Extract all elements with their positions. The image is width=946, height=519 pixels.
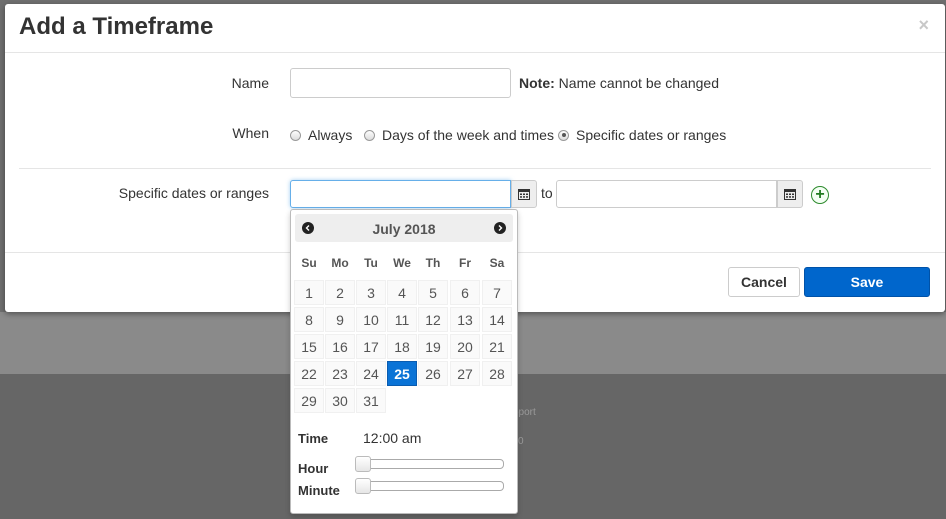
calendar-day[interactable]: 13 [450,307,480,332]
from-date-input[interactable] [290,180,511,208]
to-label: to [541,185,553,201]
time-label: Time [298,431,329,446]
radio-days-of-week[interactable]: Days of the week and times [364,125,554,145]
radio-days-of-week-label: Days of the week and times [382,127,554,143]
to-date-input[interactable] [556,180,777,208]
datepicker-header: July 2018 [295,214,513,242]
month-title: July 2018 [372,221,436,237]
when-label: When [232,125,269,141]
weekday-label: Tu [364,256,378,270]
weekday-label: Sa [489,256,505,270]
save-button[interactable]: Save [804,267,930,297]
calendar-day[interactable]: 18 [387,334,417,359]
calendar-day[interactable]: 3 [356,280,386,305]
calendar-day[interactable]: 29 [294,388,324,413]
section-divider [19,168,931,169]
calendar-day[interactable]: 1 [294,280,324,305]
calendar-day[interactable]: 22 [294,361,324,386]
radio-days-of-week-button[interactable] [364,129,375,141]
weekday-label: We [393,256,411,270]
calendar-day[interactable]: 9 [325,307,355,332]
calendar-day[interactable]: 27 [450,361,480,386]
background-text: 0 [518,436,524,447]
note-bold: Note: [519,75,555,91]
plus-icon: + [815,186,825,203]
calendar-day[interactable]: 4 [387,280,417,305]
radio-always[interactable]: Always [290,125,352,145]
calendar-day[interactable]: 21 [482,334,512,359]
cancel-button[interactable]: Cancel [728,267,800,297]
dates-label: Specific dates or ranges [118,185,269,201]
name-label: Name [231,75,269,91]
weekday-label: Mo [331,256,349,270]
dialog-header: Add a Timeframe × [5,4,945,53]
calendar-day[interactable]: 23 [325,361,355,386]
radio-specific-dates-button[interactable] [558,129,569,141]
calendar-icon [518,189,530,200]
calendar-day[interactable]: 28 [482,361,512,386]
calendar-day[interactable]: 24 [356,361,386,386]
datepicker-popup: July 2018 Su Mo Tu We Th Fr Sa 1 2 3 4 5 6 7 8 9 10 11 12… [290,209,518,514]
name-input[interactable] [290,68,511,98]
calendar-day[interactable]: 2 [325,280,355,305]
chevron-right-icon [498,225,503,231]
hour-slider-handle[interactable] [355,456,371,472]
calendar-day[interactable]: 17 [356,334,386,359]
calendar-day[interactable]: 30 [325,388,355,413]
from-calendar-button[interactable] [511,180,537,208]
to-calendar-button[interactable] [777,180,803,208]
hour-label: Hour [298,461,329,476]
calendar-day[interactable]: 12 [418,307,448,332]
calendar-day[interactable]: 15 [294,334,324,359]
calendar-day[interactable]: 8 [294,307,324,332]
weekday-label: Fr [459,256,471,270]
next-month-button[interactable] [494,222,506,234]
radio-specific-dates-label: Specific dates or ranges [576,127,727,143]
calendar-day[interactable]: 7 [482,280,512,305]
calendar-day[interactable]: 6 [450,280,480,305]
calendar-day[interactable]: 11 [387,307,417,332]
minute-label: Minute [298,483,340,498]
minute-slider[interactable] [355,478,504,494]
radio-always-label: Always [308,127,353,143]
calendar-day[interactable]: 16 [325,334,355,359]
calendar-day[interactable]: 19 [418,334,448,359]
weekday-label: Th [425,256,441,270]
calendar-day-selected[interactable]: 25 [387,361,417,386]
minute-slider-handle[interactable] [355,478,371,494]
calendar-day[interactable]: 5 [418,280,448,305]
calendar-day[interactable]: 10 [356,307,386,332]
calendar-day[interactable]: 14 [482,307,512,332]
calendar-day[interactable]: 31 [356,388,386,413]
add-range-button[interactable]: + [811,186,829,204]
calendar-icon [784,189,796,200]
time-value: 12:00 am [363,430,422,446]
name-note: Note: Name cannot be changed [519,75,719,91]
dialog-title: Add a Timeframe [19,13,214,40]
calendar-day[interactable]: 20 [450,334,480,359]
weekday-label: Su [301,256,317,270]
hour-slider[interactable] [355,456,504,472]
radio-specific-dates[interactable]: Specific dates or ranges [558,125,726,145]
close-icon[interactable]: × [918,15,929,36]
note-text: Name cannot be changed [554,75,720,91]
calendar-day[interactable]: 26 [418,361,448,386]
radio-always-button[interactable] [290,129,301,141]
